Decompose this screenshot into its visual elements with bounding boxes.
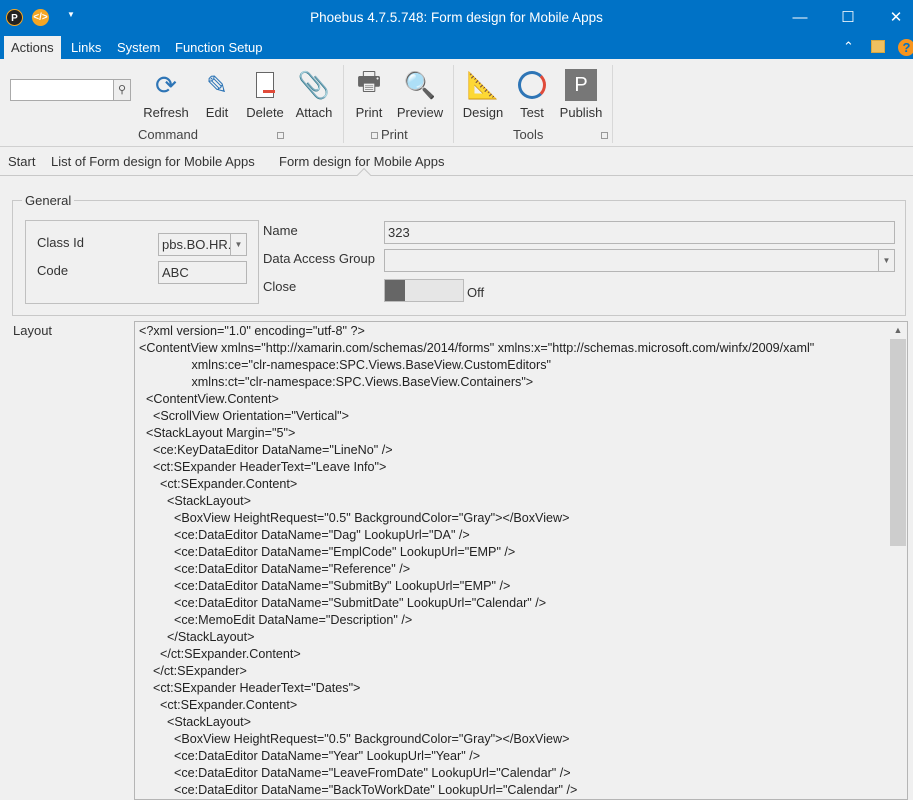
archive-icon[interactable] xyxy=(871,40,885,53)
maximize-button[interactable]: ☐ xyxy=(838,8,858,28)
layout-editor[interactable]: <?xml version="1.0" encoding="utf-8" ?> <… xyxy=(134,321,908,800)
group-label-print: Print xyxy=(381,127,408,142)
class-id-select[interactable]: pbs.BO.HR. ▼ xyxy=(158,233,247,256)
group-separator xyxy=(612,65,613,143)
tab-system[interactable]: System xyxy=(110,36,167,59)
ribbon: ⚲ ⟳ Refresh ✎ Edit Delete 📎 Attach 🖶 Print 🔍… xyxy=(0,59,913,147)
code-line: <ce:KeyDataEditor DataName="LineNo" /> xyxy=(139,443,393,457)
code-field[interactable]: ABC xyxy=(158,261,247,284)
name-field[interactable]: 323 xyxy=(384,221,895,244)
scroll-up-icon[interactable]: ▲ xyxy=(889,322,907,338)
close-label: Close xyxy=(263,279,297,294)
code-line: <ce:DataEditor DataName="LeaveFromDate" … xyxy=(139,766,571,780)
breadcrumb-start[interactable]: Start xyxy=(8,154,35,169)
code-line: <ct:SExpander HeaderText="Dates"> xyxy=(139,681,361,695)
preview-button[interactable]: 🔍 Preview xyxy=(396,67,444,121)
code-line: <StackLayout> xyxy=(139,494,252,508)
code-line: </StackLayout> xyxy=(139,630,255,644)
tab-actions[interactable]: Actions xyxy=(4,36,61,59)
tools-launcher-icon[interactable] xyxy=(601,132,608,139)
delete-icon xyxy=(243,67,287,103)
ribbon-tabs: Actions Links System Function Setup ⌃ ? xyxy=(0,36,913,59)
window-title: Phoebus 4.7.5.748: Form design for Mobil… xyxy=(310,10,603,25)
chevron-down-icon[interactable]: ▼ xyxy=(878,250,894,271)
code-line: <ContentView.Content> xyxy=(139,392,279,406)
command-launcher-icon[interactable] xyxy=(277,132,284,139)
code-label: Code xyxy=(37,263,69,278)
data-access-group-select[interactable]: ▼ xyxy=(384,249,895,272)
tab-links[interactable]: Links xyxy=(64,36,108,59)
code-line: <ce:DataEditor DataName="SubmitBy" Looku… xyxy=(139,579,511,593)
group-separator xyxy=(453,65,454,143)
code-line: <ce:DataEditor DataName="Dag" LookupUrl=… xyxy=(139,528,470,542)
code-line: <ct:SExpander.Content> xyxy=(139,698,298,712)
test-button[interactable]: Test xyxy=(514,67,550,120)
printer-icon: 🖶 xyxy=(356,66,382,96)
group-label-tools: Tools xyxy=(513,127,544,142)
breadcrumb: Start List of Form design for Mobile App… xyxy=(0,148,913,176)
design-icon: 📐 xyxy=(466,69,500,100)
paperclip-icon: 📎 xyxy=(297,69,331,100)
code-line: <?xml version="1.0" encoding="utf-8" ?> xyxy=(139,324,365,338)
code-line: </ct:SExpander> xyxy=(139,664,247,678)
code-line: <ce:DataEditor DataName="Year" LookupUrl… xyxy=(139,749,481,763)
search-input[interactable]: ⚲ xyxy=(10,79,131,101)
publish-icon: P xyxy=(565,69,597,101)
code-line: <ScrollView Orientation="Vertical"> xyxy=(139,409,349,423)
layout-label: Layout xyxy=(13,323,53,338)
print-button[interactable]: 🖶 Print xyxy=(352,66,386,120)
toggle-knob xyxy=(385,280,405,301)
general-group-title: General xyxy=(22,193,75,208)
breadcrumb-list[interactable]: List of Form design for Mobile Apps xyxy=(51,154,255,169)
code-line: <BoxView HeightRequest="0.5" BackgroundC… xyxy=(139,732,570,746)
close-button[interactable]: ✕ xyxy=(886,8,906,28)
edit-icon: ✎ xyxy=(206,69,228,100)
search-field[interactable] xyxy=(11,80,111,100)
code-line: xmlns:ce="clr-namespace:SPC.Views.BaseVi… xyxy=(139,358,551,372)
minimize-button[interactable]: — xyxy=(790,8,810,28)
print-launcher-icon[interactable] xyxy=(371,132,378,139)
close-toggle[interactable] xyxy=(384,279,464,302)
title-bar: P </> ▼ Phoebus 4.7.5.748: Form design f… xyxy=(0,0,913,36)
search-icon[interactable]: ⚲ xyxy=(113,80,130,100)
tab-function-setup[interactable]: Function Setup xyxy=(168,36,269,59)
design-button[interactable]: 📐 Design xyxy=(461,67,505,121)
vertical-scrollbar[interactable]: ▲ xyxy=(889,322,907,799)
refresh-button[interactable]: ⟳ Refresh xyxy=(142,67,190,121)
code-line: <StackLayout Margin="5"> xyxy=(139,426,296,440)
refresh-icon: ⟳ xyxy=(155,69,177,100)
code-line: <ce:DataEditor DataName="Reference" /> xyxy=(139,562,411,576)
code-line: <ct:SExpander HeaderText="Leave Info"> xyxy=(139,460,387,474)
code-line: <BoxView HeightRequest="0.5" BackgroundC… xyxy=(139,511,570,525)
code-line: <StackLayout> xyxy=(139,715,252,729)
code-line: <ContentView xmlns="http://xamarin.com/s… xyxy=(139,341,815,355)
code-line: <ce:DataEditor DataName="BackToWorkDate"… xyxy=(139,783,578,797)
scroll-thumb[interactable] xyxy=(890,339,906,546)
code-line: <ct:SExpander.Content> xyxy=(139,477,298,491)
data-access-group-label: Data Access Group xyxy=(263,251,375,266)
gauge-icon xyxy=(514,67,550,103)
publish-button[interactable]: P Publish xyxy=(558,67,604,120)
group-label-command: Command xyxy=(138,127,198,142)
code-line: xmlns:ct="clr-namespace:SPC.Views.BaseVi… xyxy=(139,375,534,389)
delete-button[interactable]: Delete xyxy=(243,67,287,120)
help-icon[interactable]: ? xyxy=(898,39,913,56)
attach-button[interactable]: 📎 Attach xyxy=(294,67,334,121)
code-line: <ce:DataEditor DataName="SubmitDate" Loo… xyxy=(139,596,547,610)
breadcrumb-current[interactable]: Form design for Mobile Apps xyxy=(279,154,444,169)
code-line: <ce:MemoEdit DataName="Description" /> xyxy=(139,613,413,627)
preview-icon: 🔍 xyxy=(403,69,437,100)
chevron-down-icon[interactable]: ▼ xyxy=(230,234,246,255)
edit-button[interactable]: ✎ Edit xyxy=(200,67,234,121)
collapse-ribbon-icon[interactable]: ⌃ xyxy=(843,39,854,55)
code-line: </ct:SExpander.Content> xyxy=(139,647,301,661)
class-id-label: Class Id xyxy=(37,235,84,250)
layout-code[interactable]: <?xml version="1.0" encoding="utf-8" ?> <… xyxy=(139,323,814,799)
code-line: <ce:DataEditor DataName="EmplCode" Looku… xyxy=(139,545,516,559)
name-label: Name xyxy=(263,223,298,238)
close-state: Off xyxy=(467,285,485,300)
group-separator xyxy=(343,65,344,143)
